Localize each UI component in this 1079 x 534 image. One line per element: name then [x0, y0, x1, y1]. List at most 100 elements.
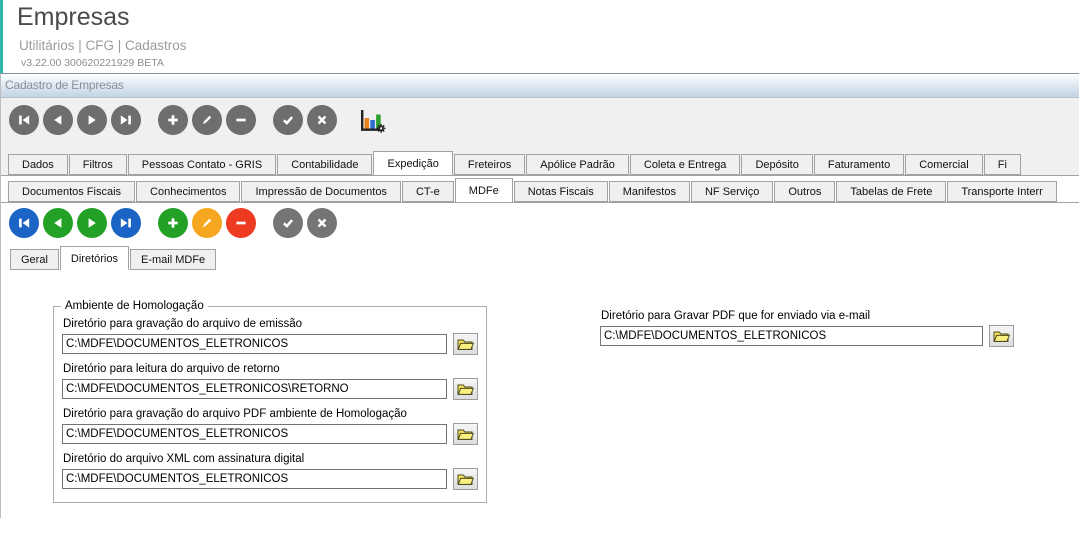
next-record-button[interactable]: [77, 105, 107, 135]
tab-outros[interactable]: Outros: [774, 181, 836, 202]
previous-record-button[interactable]: [43, 208, 73, 238]
tab-label: NF Serviço: [704, 185, 760, 198]
tabstrip-level1: Dados Filtros Pessoas Contato - GRIS Contab…: [1, 151, 1079, 175]
first-record-button[interactable]: [9, 208, 39, 238]
tab-filtros[interactable]: Filtros: [68, 154, 127, 175]
open-folder-icon: [993, 330, 1010, 343]
tabstrip-level2: Documentos Fiscais Conhecimentos Impressão…: [1, 178, 1079, 202]
tab-freteiros[interactable]: Freteiros: [453, 154, 526, 175]
tab-conhecimentos[interactable]: Conhecimentos: [136, 181, 241, 202]
cancel-record-button[interactable]: [307, 208, 337, 238]
tab-label: Fi: [997, 158, 1007, 171]
tab-diretorios[interactable]: Diretórios: [59, 246, 129, 270]
tab-comercial[interactable]: Comercial: [905, 154, 983, 175]
first-icon: [16, 215, 32, 231]
emissao-directory-input[interactable]: [62, 334, 447, 354]
retorno-directory-input[interactable]: [62, 379, 447, 399]
tab-documentos-fiscais[interactable]: Documentos Fiscais: [8, 181, 136, 202]
retorno-browse-button[interactable]: [453, 378, 478, 400]
pdf-homologacao-field: Diretório para gravação do arquivo PDF a…: [62, 408, 478, 445]
delete-record-button[interactable]: [226, 105, 256, 135]
screen: Empresas Utilitários | CFG | Cadastros v…: [0, 0, 1079, 534]
edit-icon: [199, 215, 215, 231]
tab-faturamento[interactable]: Faturamento: [813, 154, 905, 175]
xml-assinatura-field: Diretório do arquivo XML com assinatura …: [62, 453, 478, 490]
delete-record-button[interactable]: [226, 208, 256, 238]
tab-label: Depósito: [755, 158, 799, 171]
homologacao-groupbox: Ambiente de Homologação Diretório para g…: [53, 300, 487, 503]
next-icon: [84, 112, 100, 128]
tab-label: Documentos Fiscais: [22, 185, 122, 198]
add-icon: [165, 215, 181, 231]
pdf-email-browse-button[interactable]: [989, 325, 1014, 347]
add-record-button[interactable]: [158, 208, 188, 238]
confirm-record-button[interactable]: [273, 208, 303, 238]
last-record-button[interactable]: [111, 208, 141, 238]
cross-icon: [314, 112, 330, 128]
last-record-button[interactable]: [111, 105, 141, 135]
tab-expedicao[interactable]: Expedição: [373, 151, 453, 175]
pdf-homologacao-directory-input[interactable]: [62, 424, 447, 444]
tab-label: Dados: [22, 158, 54, 171]
tab-impressao-de-documentos[interactable]: Impressão de Documentos: [241, 181, 401, 202]
tab-label: Transporte Interr: [961, 185, 1043, 198]
last-icon: [118, 112, 134, 128]
app-title: Empresas: [17, 3, 130, 31]
tab-notas-fiscais[interactable]: Notas Fiscais: [513, 181, 608, 202]
email-pdf-field: Diretório para Gravar PDF que for enviad…: [600, 299, 1030, 347]
tab-label: Pessoas Contato - GRIS: [141, 158, 263, 171]
edit-record-button[interactable]: [192, 105, 222, 135]
emissao-field: Diretório para gravação do arquivo de em…: [62, 318, 478, 355]
accent-strip: [0, 0, 3, 73]
diretorios-page: Ambiente de Homologação Diretório para g…: [1, 270, 1079, 531]
check-icon: [280, 112, 296, 128]
pdf-homologacao-label: Diretório para gravação do arquivo PDF a…: [63, 408, 407, 420]
emissao-browse-button[interactable]: [453, 333, 478, 355]
xml-assinatura-browse-button[interactable]: [453, 468, 478, 490]
tab-label: MDFe: [468, 184, 499, 197]
tab-tabelas-de-frete[interactable]: Tabelas de Frete: [836, 181, 947, 202]
emissao-label: Diretório para gravação do arquivo de em…: [63, 318, 303, 330]
remove-icon: [233, 112, 249, 128]
retorno-label: Diretório para leitura do arquivo de ret…: [63, 363, 280, 375]
tab-ct-e[interactable]: CT-e: [401, 181, 454, 202]
expedicao-page: Documentos Fiscais Conhecimentos Impressão…: [1, 175, 1079, 531]
bar-chart-gear-icon: [356, 106, 386, 136]
next-icon: [84, 215, 100, 231]
window-titlebar[interactable]: Cadastro de Empresas: [1, 74, 1079, 98]
xml-assinatura-directory-input[interactable]: [62, 469, 447, 489]
tab-label: Faturamento: [827, 158, 891, 171]
pdf-homologacao-browse-button[interactable]: [453, 423, 478, 445]
pdf-email-directory-input[interactable]: [600, 326, 983, 346]
tab-e-mail-mdfe[interactable]: E-mail MDFe: [129, 249, 217, 270]
tab-dados[interactable]: Dados: [8, 154, 68, 175]
first-record-button[interactable]: [9, 105, 39, 135]
tab-label: Tabelas de Frete: [850, 185, 933, 198]
tab-label: Contabilidade: [291, 158, 359, 171]
previous-record-button[interactable]: [43, 105, 73, 135]
next-record-button[interactable]: [77, 208, 107, 238]
edit-record-button[interactable]: [192, 208, 222, 238]
tab-nf-servico[interactable]: NF Serviço: [690, 181, 774, 202]
tab-fi[interactable]: Fi: [983, 154, 1021, 175]
add-record-button[interactable]: [158, 105, 188, 135]
cancel-record-button[interactable]: [307, 105, 337, 135]
menu-trail: Utilitários | CFG | Cadastros: [19, 38, 187, 53]
confirm-record-button[interactable]: [273, 105, 303, 135]
tab-manifestos[interactable]: Manifestos: [608, 181, 690, 202]
add-icon: [165, 112, 181, 128]
tab-pessoas-contato-gris[interactable]: Pessoas Contato - GRIS: [127, 154, 277, 175]
tab-coleta-e-entrega[interactable]: Coleta e Entrega: [629, 154, 741, 175]
tabstrip-level3: Geral Diretórios E-mail MDFe: [1, 244, 1079, 270]
tab-contabilidade[interactable]: Contabilidade: [277, 154, 373, 175]
pdf-email-field: Diretório para Gravar PDF que for enviad…: [600, 310, 1030, 347]
tab-deposito[interactable]: Depósito: [741, 154, 813, 175]
report-chart-button[interactable]: [355, 105, 387, 137]
app-version: v3.22.00 300620221929 BETA: [21, 57, 164, 69]
tab-mdfe[interactable]: MDFe: [454, 178, 513, 202]
tab-apolice-padrao[interactable]: Apólice Padrão: [526, 154, 629, 175]
last-icon: [118, 215, 134, 231]
tab-geral[interactable]: Geral: [10, 249, 59, 270]
open-folder-icon: [457, 428, 474, 441]
tab-transporte-interr[interactable]: Transporte Interr: [947, 181, 1057, 202]
